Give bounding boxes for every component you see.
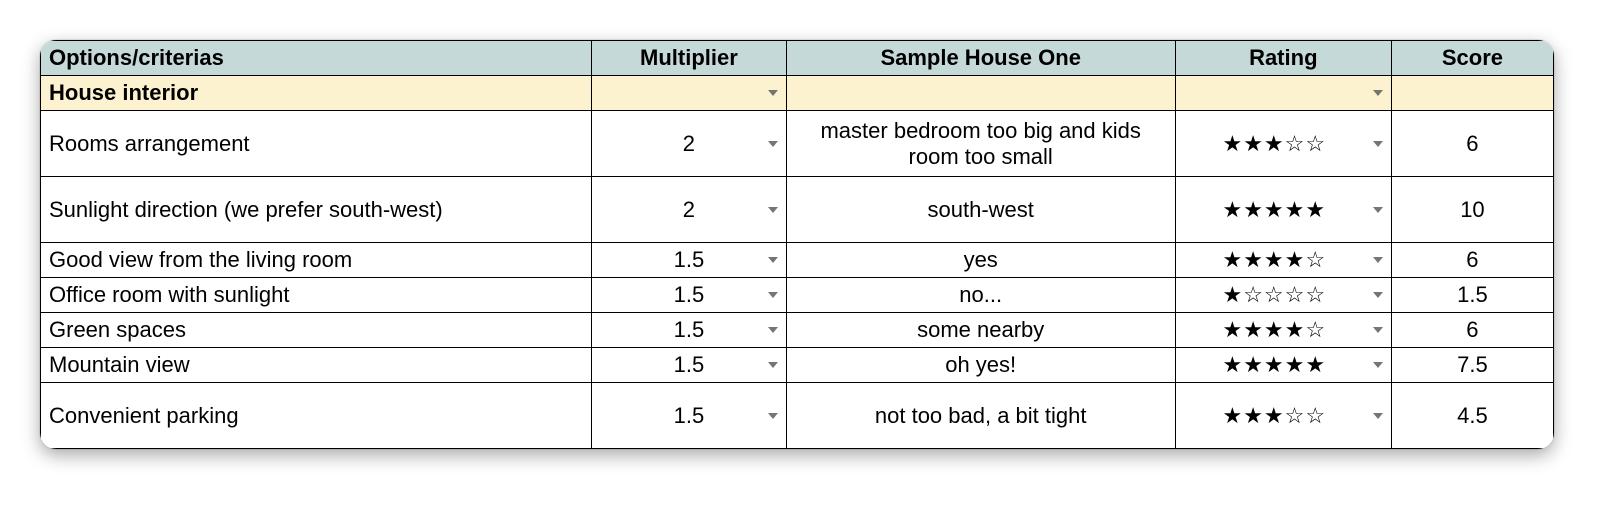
- sample-cell[interactable]: oh yes!: [786, 348, 1175, 383]
- table-row: Green spaces 1.5 some nearby ★★★★☆ 6: [41, 313, 1554, 348]
- score-cell[interactable]: 1.5: [1391, 278, 1553, 313]
- multiplier-value: 1.5: [674, 247, 705, 272]
- multiplier-value: 1.5: [674, 282, 705, 307]
- dropdown-arrow-icon: [768, 207, 778, 213]
- multiplier-value: 1.5: [674, 317, 705, 342]
- dropdown-arrow-icon: [1373, 90, 1383, 96]
- criteria-cell[interactable]: Rooms arrangement: [41, 111, 592, 177]
- rating-stars: ★★★★★: [1222, 352, 1326, 378]
- sample-cell[interactable]: master bedroom too big and kids room too…: [786, 111, 1175, 177]
- rating-cell[interactable]: ★★★★★: [1175, 348, 1391, 383]
- rating-cell[interactable]: ★★★☆☆: [1175, 111, 1391, 177]
- header-multiplier: Multiplier: [592, 41, 787, 76]
- sample-cell[interactable]: south-west: [786, 177, 1175, 243]
- dropdown-arrow-icon: [768, 362, 778, 368]
- rating-cell[interactable]: ★☆☆☆☆: [1175, 278, 1391, 313]
- score-cell[interactable]: 7.5: [1391, 348, 1553, 383]
- criteria-cell[interactable]: Sunlight direction (we prefer south-west…: [41, 177, 592, 243]
- dropdown-arrow-icon: [768, 292, 778, 298]
- multiplier-cell[interactable]: 2: [592, 111, 787, 177]
- header-rating: Rating: [1175, 41, 1391, 76]
- header-sample: Sample House One: [786, 41, 1175, 76]
- rating-cell[interactable]: ★★★★☆: [1175, 243, 1391, 278]
- section-sample-cell: [786, 76, 1175, 111]
- sample-cell[interactable]: no...: [786, 278, 1175, 313]
- table-header-row: Options/criterias Multiplier Sample Hous…: [41, 41, 1554, 76]
- section-score-cell: [1391, 76, 1553, 111]
- criteria-cell[interactable]: Mountain view: [41, 348, 592, 383]
- score-cell[interactable]: 10: [1391, 177, 1553, 243]
- dropdown-arrow-icon: [1373, 362, 1383, 368]
- rating-stars: ★★★★★: [1222, 197, 1326, 223]
- section-row-house-interior: House interior: [41, 76, 1554, 111]
- multiplier-cell[interactable]: 2: [592, 177, 787, 243]
- sample-cell[interactable]: yes: [786, 243, 1175, 278]
- spreadsheet-table-card: Options/criterias Multiplier Sample Hous…: [40, 40, 1554, 449]
- criteria-cell[interactable]: Good view from the living room: [41, 243, 592, 278]
- multiplier-cell[interactable]: 1.5: [592, 243, 787, 278]
- criteria-cell[interactable]: Convenient parking: [41, 383, 592, 449]
- rating-stars: ★★★☆☆: [1222, 131, 1326, 157]
- sample-cell[interactable]: not too bad, a bit tight: [786, 383, 1175, 449]
- dropdown-arrow-icon: [768, 257, 778, 263]
- rating-stars: ★★★★☆: [1222, 317, 1326, 343]
- header-criteria: Options/criterias: [41, 41, 592, 76]
- score-cell[interactable]: 6: [1391, 313, 1553, 348]
- score-cell[interactable]: 6: [1391, 243, 1553, 278]
- score-cell[interactable]: 4.5: [1391, 383, 1553, 449]
- table-row: Rooms arrangement 2 master bedroom too big…: [41, 111, 1554, 177]
- rating-cell[interactable]: ★★★★☆: [1175, 313, 1391, 348]
- dropdown-arrow-icon: [1373, 413, 1383, 419]
- sample-cell[interactable]: some nearby: [786, 313, 1175, 348]
- dropdown-arrow-icon: [768, 413, 778, 419]
- multiplier-value: 1.5: [674, 352, 705, 377]
- dropdown-arrow-icon: [1373, 292, 1383, 298]
- criteria-table: Options/criterias Multiplier Sample Hous…: [40, 40, 1554, 449]
- criteria-cell[interactable]: Office room with sunlight: [41, 278, 592, 313]
- table-row: Office room with sunlight 1.5 no... ★☆☆☆☆ 1.…: [41, 278, 1554, 313]
- header-score: Score: [1391, 41, 1553, 76]
- rating-cell[interactable]: ★★★★★: [1175, 177, 1391, 243]
- dropdown-arrow-icon: [768, 90, 778, 96]
- rating-cell[interactable]: ★★★☆☆: [1175, 383, 1391, 449]
- multiplier-cell[interactable]: 1.5: [592, 278, 787, 313]
- dropdown-arrow-icon: [1373, 327, 1383, 333]
- dropdown-arrow-icon: [768, 327, 778, 333]
- multiplier-cell[interactable]: 1.5: [592, 313, 787, 348]
- score-cell[interactable]: 6: [1391, 111, 1553, 177]
- section-multiplier-cell[interactable]: [592, 76, 787, 111]
- multiplier-cell[interactable]: 1.5: [592, 348, 787, 383]
- dropdown-arrow-icon: [1373, 141, 1383, 147]
- section-label: House interior: [41, 76, 592, 111]
- table-row: Good view from the living room 1.5 yes ★★★★…: [41, 243, 1554, 278]
- rating-stars: ★☆☆☆☆: [1222, 282, 1326, 308]
- rating-stars: ★★★☆☆: [1222, 403, 1326, 429]
- table-row: Mountain view 1.5 oh yes! ★★★★★ 7.5: [41, 348, 1554, 383]
- multiplier-value: 2: [683, 197, 695, 222]
- table-body: House interior Rooms arrangement 2 master …: [41, 76, 1554, 449]
- dropdown-arrow-icon: [768, 141, 778, 147]
- criteria-cell[interactable]: Green spaces: [41, 313, 592, 348]
- rating-stars: ★★★★☆: [1222, 247, 1326, 273]
- table-row: Sunlight direction (we prefer south-west…: [41, 177, 1554, 243]
- table-row: Convenient parking 1.5 not too bad, a bit …: [41, 383, 1554, 449]
- multiplier-value: 2: [683, 131, 695, 156]
- multiplier-value: 1.5: [674, 403, 705, 428]
- multiplier-cell[interactable]: 1.5: [592, 383, 787, 449]
- section-rating-cell[interactable]: [1175, 76, 1391, 111]
- dropdown-arrow-icon: [1373, 207, 1383, 213]
- dropdown-arrow-icon: [1373, 257, 1383, 263]
